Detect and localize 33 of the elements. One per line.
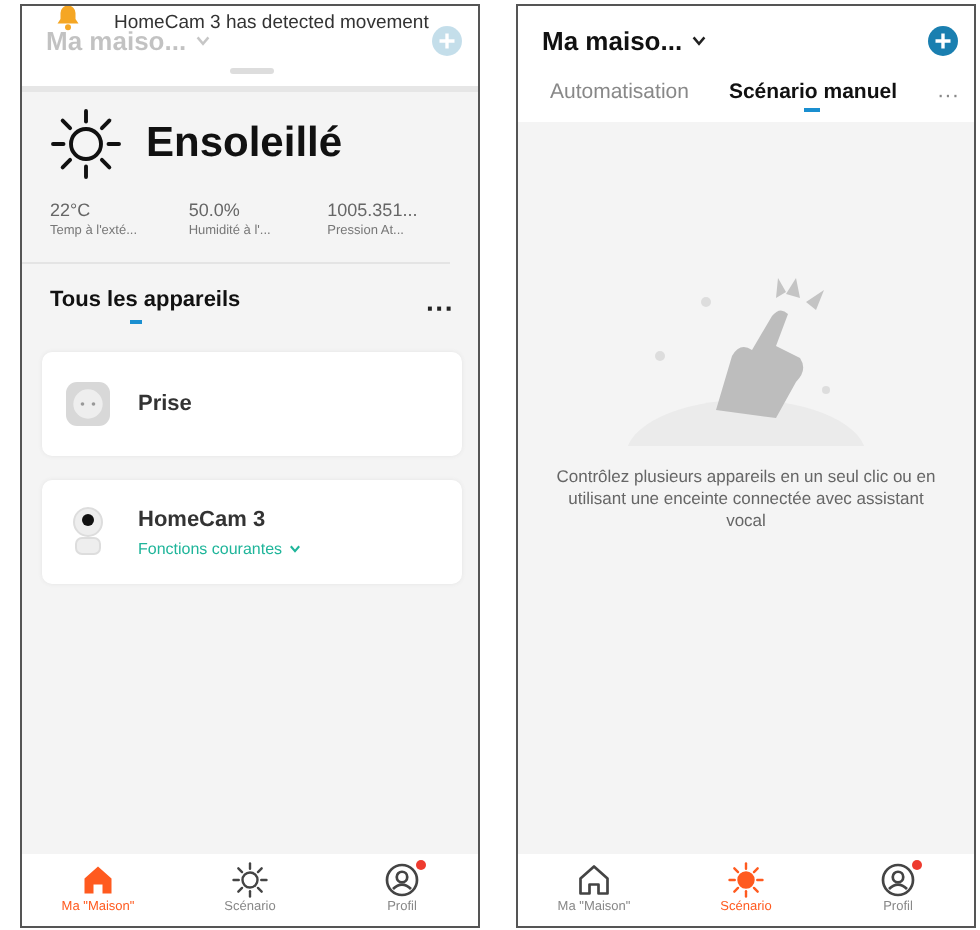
device-card[interactable]: HomeCam 3 Fonctions courantes xyxy=(42,480,462,584)
profile-icon xyxy=(384,862,420,898)
notification-dot xyxy=(912,860,922,870)
plug-icon xyxy=(66,382,110,426)
scene-tab[interactable]: Scénario manuel xyxy=(728,80,897,112)
chevron-down-icon xyxy=(690,32,709,50)
add-icon xyxy=(432,26,462,56)
stat-value: 50.0% xyxy=(188,200,242,220)
stat-value: 1005.351... xyxy=(327,200,420,220)
chevron-down-icon xyxy=(194,32,213,50)
empty-state-message: Contrôlez plusieurs appareils en un seul clic ou en utilisant une enceinte connectée avec assistant vocal xyxy=(554,466,938,533)
sun-icon xyxy=(50,108,122,180)
device-name: Prise xyxy=(138,392,192,416)
house-icon xyxy=(576,862,612,898)
drag-handle[interactable] xyxy=(230,68,274,74)
add-icon xyxy=(928,26,958,56)
section-tab[interactable]: Tous les appareils xyxy=(50,288,241,328)
sun-icon xyxy=(232,862,268,898)
functions-link[interactable]: Fonctions courantes xyxy=(138,539,303,557)
weather-condition: Ensoleillé xyxy=(146,120,343,168)
more-button[interactable]: ··· xyxy=(937,84,959,108)
more-button[interactable]: ··· xyxy=(426,292,454,324)
stat-value: 22°C xyxy=(50,200,93,220)
house-icon xyxy=(80,862,116,898)
profile-icon xyxy=(880,862,916,898)
scene-tab[interactable]: Automatisation xyxy=(550,80,689,112)
device-name: HomeCam 3 xyxy=(138,507,268,531)
device-card[interactable]: Prise xyxy=(42,352,462,456)
home-selector[interactable]: Ma maiso... xyxy=(542,26,709,56)
chevron-down-icon xyxy=(288,541,303,555)
notification-dot xyxy=(416,860,426,870)
sun-icon xyxy=(728,862,764,898)
notification-text: HomeCam 3 has detected movement xyxy=(114,11,429,33)
